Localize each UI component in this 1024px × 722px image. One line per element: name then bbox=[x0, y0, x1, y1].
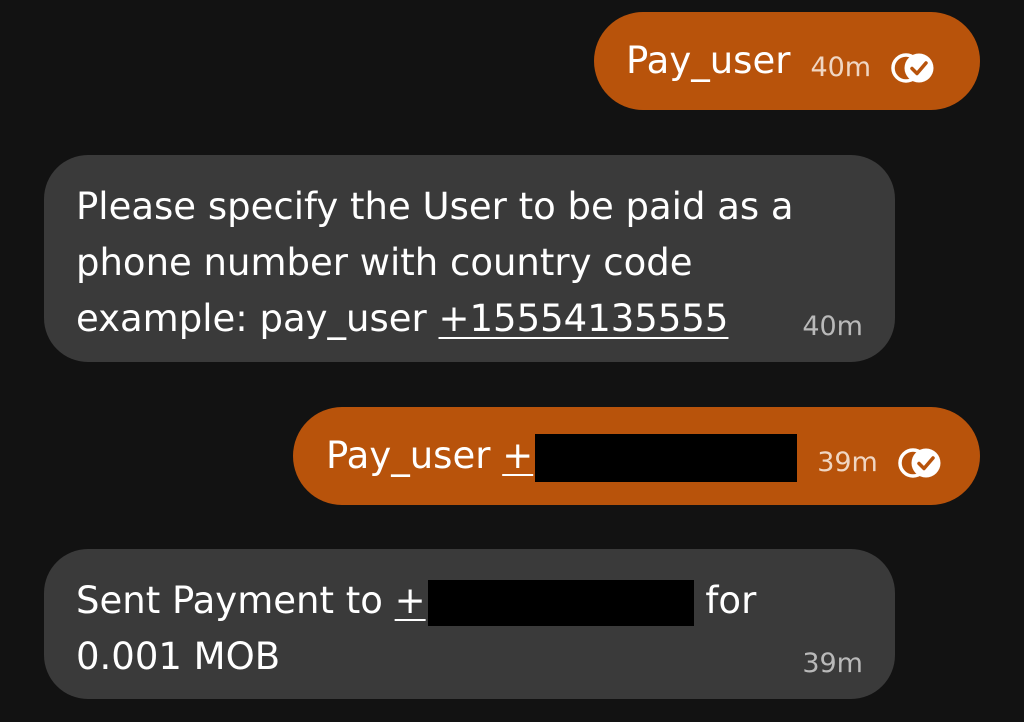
read-receipt-icon bbox=[896, 446, 944, 480]
message-line: Please specify the User to be paid as a bbox=[76, 185, 794, 228]
chat-thread: Pay_user 40m Please specify the User to … bbox=[0, 0, 1024, 722]
outgoing-message[interactable]: Pay_user + 39m bbox=[293, 407, 980, 505]
message-timestamp: 39m bbox=[802, 648, 863, 679]
message-line: Sent Payment to + for bbox=[76, 573, 865, 629]
message-text: Pay_user bbox=[626, 39, 791, 82]
message-line: 0.001 MOB bbox=[76, 635, 281, 678]
message-timestamp: 39m bbox=[817, 447, 878, 478]
message-meta: 39m bbox=[817, 446, 944, 480]
message-line: phone number with country code bbox=[76, 241, 693, 284]
redaction-block bbox=[535, 433, 798, 482]
message-text-suffix: for bbox=[693, 579, 757, 622]
message-meta: 40m bbox=[810, 51, 937, 85]
message-timestamp: 40m bbox=[802, 311, 863, 342]
redaction-block bbox=[427, 579, 694, 626]
outgoing-message[interactable]: Pay_user 40m bbox=[594, 12, 980, 110]
read-receipt-icon bbox=[889, 51, 937, 85]
incoming-message[interactable]: Please specify the User to be paid as a … bbox=[44, 155, 895, 362]
message-text: Pay_user + bbox=[326, 428, 798, 484]
phone-number-link[interactable]: + bbox=[502, 434, 533, 477]
message-timestamp: 40m bbox=[810, 52, 872, 83]
message-text-prefix: Pay_user bbox=[326, 434, 503, 477]
message-line: example: pay_user +15554135555 bbox=[76, 291, 865, 347]
message-line-text: example: pay_user bbox=[76, 297, 439, 340]
incoming-message[interactable]: Sent Payment to + for 0.001 MOB 39m bbox=[44, 549, 895, 699]
phone-number-link[interactable]: +15554135555 bbox=[439, 297, 729, 340]
message-text-prefix: Sent Payment to bbox=[76, 579, 395, 622]
phone-number-link[interactable]: + bbox=[395, 579, 426, 622]
